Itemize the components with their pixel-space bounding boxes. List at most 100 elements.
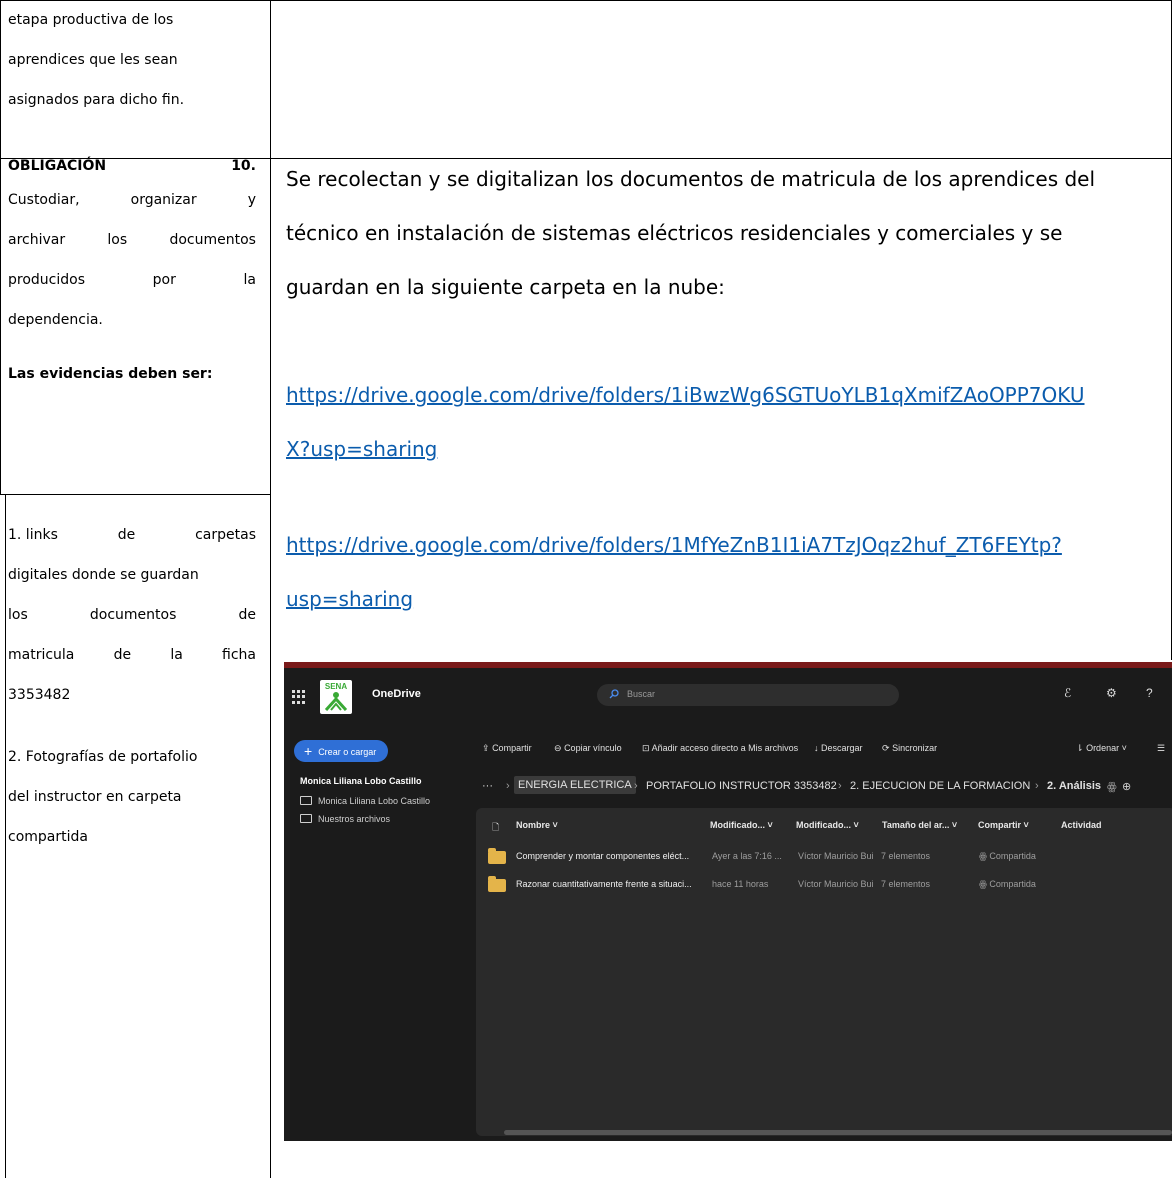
breadcrumb-item[interactable]: PORTAFOLIO INSTRUCTOR 3353482 [646, 780, 837, 792]
previous-obligation-text: etapa productiva de los aprendices que l… [8, 0, 256, 120]
column-header-modified[interactable]: Modificado... ˅ [710, 820, 773, 830]
onedrive-sidebar: + Crear o cargar Monica Liliana Lobo Cast… [284, 728, 474, 1141]
breadcrumb-separator: › [838, 780, 842, 792]
drive-link-1[interactable]: https://drive.google.com/drive/folders/1… [286, 368, 1166, 476]
link-line[interactable]: X?usp=sharing [286, 422, 1166, 476]
app-launcher-icon[interactable] [292, 690, 306, 704]
evidence-description: Se recolectan y se digitalizan los docum… [286, 152, 1166, 314]
modified-date: Ayer a las 7:16 ... [712, 851, 782, 861]
search-icon [609, 689, 619, 699]
sidebar-item-our-files[interactable]: Nuestros archivos [300, 814, 390, 824]
breadcrumb-item[interactable]: ENERGIA ELECTRICA [514, 776, 636, 794]
shared-people-icon: ꙮ [1107, 781, 1117, 793]
share-icon: ⇪ [482, 743, 490, 753]
sync-icon: ⟳ [882, 743, 890, 753]
copy-link-button[interactable]: ⊖ Copiar vínculo [554, 743, 622, 754]
command-bar: ⇪ Compartir ⊖ Copiar vínculo ⊡ Añadir ac… [474, 740, 1172, 760]
create-upload-button[interactable]: + Crear o cargar [294, 740, 388, 762]
create-upload-label: Crear o cargar [318, 747, 377, 757]
table-row[interactable]: Razonar cuantitativamente frente a situa… [476, 871, 1172, 899]
text-line: producidos por la [8, 272, 256, 288]
table-border-left-bottom [5, 494, 6, 1178]
column-header-size[interactable]: Tamaño del ar... ˅ [882, 820, 957, 830]
download-icon: ↓ [814, 743, 819, 753]
text-line: digitales donde se guardan [8, 567, 199, 583]
table-border-left-top [0, 0, 1, 494]
modified-by: Víctor Mauricio Bui [798, 879, 874, 889]
link-line[interactable]: usp=sharing [286, 572, 1166, 626]
people-icon[interactable]: ℰ [1064, 686, 1071, 700]
file-name[interactable]: Comprender y montar componentes eléct... [516, 851, 689, 861]
link-line[interactable]: https://drive.google.com/drive/folders/1… [286, 518, 1166, 572]
text-line: 2. Fotografías de portafolio [8, 749, 198, 765]
breadcrumb-separator: › [506, 780, 510, 792]
text-line: los documentos de [8, 607, 256, 623]
drive-link-2[interactable]: https://drive.google.com/drive/folders/1… [286, 518, 1166, 626]
sidebar-item-my-files[interactable]: Monica Liliana Lobo Castillo [300, 796, 430, 806]
share-button[interactable]: ⇪ Compartir [482, 743, 532, 754]
download-button[interactable]: ↓ Descargar [814, 743, 863, 753]
settings-icon[interactable]: ⚙ [1106, 686, 1117, 700]
column-header-activity[interactable]: Actividad [1061, 820, 1102, 830]
text-line: 3353482 [8, 687, 71, 703]
text-line: aprendices que les sean [8, 52, 178, 68]
breadcrumb-current: 2. Análisis [1047, 780, 1102, 792]
file-type-icon: 🗋 [492, 822, 500, 832]
text-line: técnico en instalación de sistemas eléct… [286, 221, 1063, 245]
breadcrumb-separator: › [634, 780, 638, 792]
folder-icon [488, 876, 506, 892]
view-options-icon[interactable]: ☰ [1157, 743, 1165, 754]
search-placeholder: Buscar [627, 689, 656, 699]
app-name: OneDrive [372, 688, 421, 700]
shortcut-icon: ⊡ [642, 743, 650, 753]
sort-button[interactable]: ⇂ Ordenar ˅ [1076, 743, 1127, 754]
folder-icon [488, 848, 506, 864]
text-line: dependencia. [8, 312, 103, 328]
sharing-status: ꙮ Compartida [979, 879, 1036, 889]
text-line: Custodiar, organizar y [8, 192, 256, 208]
user-name: Monica Liliana Lobo Castillo [300, 776, 422, 786]
globe-icon: ⊕ [1122, 781, 1132, 793]
text-line: guardan en la siguiente carpeta en la nu… [286, 275, 725, 299]
modified-by: Víctor Mauricio Bui [798, 851, 874, 861]
file-name[interactable]: Razonar cuantitativamente frente a situa… [516, 879, 692, 889]
plus-icon: + [304, 743, 313, 759]
link-line[interactable]: https://drive.google.com/drive/folders/1… [286, 368, 1166, 422]
evidence-list: 1. links de carpetas digitales donde se gu… [8, 515, 256, 857]
text-line: archivar los documentos [8, 232, 256, 248]
help-icon[interactable]: ? [1146, 686, 1153, 700]
text-line: etapa productiva de los [8, 12, 174, 28]
logo-text: SENA [324, 682, 348, 691]
table-cell-divider [0, 494, 271, 495]
sync-button[interactable]: ⟳ Sincronizar [882, 743, 937, 754]
modified-date: hace 11 horas [712, 879, 769, 889]
text-line: del instructor en carpeta [8, 789, 182, 805]
add-shortcut-button[interactable]: ⊡ Añadir acceso directo a Mis archivos [642, 743, 798, 754]
obligation-heading: OBLIGACIÓN 10. [8, 152, 256, 180]
file-size: 7 elementos [881, 851, 931, 861]
column-header-modified-by[interactable]: Modificado... ˅ [796, 820, 859, 830]
column-header-name[interactable]: Nombre ˅ [516, 820, 558, 830]
sort-icon: ⇂ [1076, 743, 1084, 753]
text-line: matricula de la ficha [8, 647, 256, 663]
text-line: 1. links de carpetas [8, 527, 256, 543]
obligation-label: OBLIGACIÓN [8, 158, 107, 174]
table-border-mid [270, 0, 271, 1178]
sharing-status: ꙮ Compartida [979, 851, 1036, 861]
file-size: 7 elementos [881, 879, 931, 889]
onedrive-topbar: SENA OneDrive Buscar ℰ ⚙ ? [284, 668, 1172, 728]
table-row[interactable]: Comprender y montar componentes eléct...… [476, 843, 1172, 871]
text-line: asignados para dicho fin. [8, 92, 185, 108]
breadcrumb-item[interactable]: 2. EJECUCION DE LA FORMACION [850, 780, 1030, 792]
onedrive-screenshot: SENA OneDrive Buscar ℰ ⚙ ? + Crear o carg… [284, 662, 1172, 1141]
horizontal-scrollbar[interactable] [504, 1130, 1172, 1135]
shared-folder-icon [300, 814, 312, 823]
evidences-heading: Las evidencias deben ser: [8, 366, 213, 382]
text-line: Se recolectan y se digitalizan los docum… [286, 167, 1096, 191]
folder-icon [300, 796, 312, 805]
obligation-cell: OBLIGACIÓN 10. Custodiar, organizar y arch… [8, 152, 256, 394]
search-box[interactable]: Buscar [597, 684, 899, 706]
breadcrumb-ellipsis[interactable]: ··· [482, 780, 493, 792]
column-header-sharing[interactable]: Compartir ˅ [978, 820, 1029, 830]
link-icon: ⊖ [554, 743, 562, 753]
